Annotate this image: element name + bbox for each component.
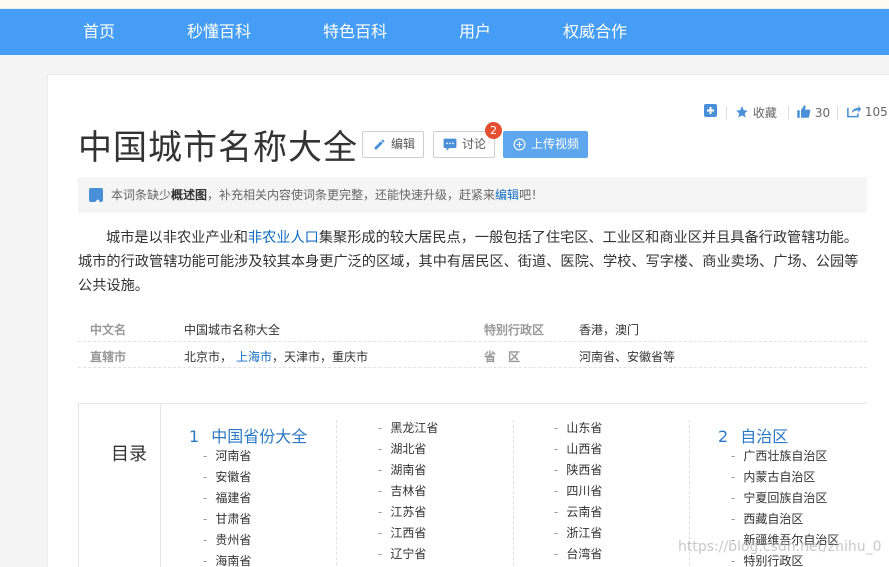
tool-separator [837, 106, 838, 120]
toc-item[interactable]: - 黑龙江省 [378, 419, 438, 436]
toc-item[interactable]: - 福建省 [203, 489, 251, 506]
add-icon[interactable] [704, 104, 717, 120]
toc-item[interactable]: - 四川省 [554, 482, 602, 499]
shanghai-link[interactable]: 上海市 [236, 350, 272, 364]
nav-users[interactable]: 用户 [459, 9, 491, 55]
notice-bold: 概述图 [171, 188, 208, 202]
chat-icon [443, 138, 457, 151]
notice-text-2: ，补充相关内容使词条更完整，还能快速升级，赶紧来 [207, 188, 496, 202]
collect-label: 收藏 [752, 106, 777, 120]
toc-column-divider [336, 420, 337, 567]
summary-text-1: 城市是以非农业产业和 [106, 230, 248, 246]
summary-link[interactable]: 非农业人口 [248, 230, 319, 246]
toc-item[interactable]: - 浙江省 [554, 524, 602, 541]
toc-section-2[interactable]: 2 自治区 [718, 423, 788, 447]
notice-edit-link[interactable]: 编辑 [495, 188, 519, 202]
edit-button[interactable]: 编辑 [362, 131, 424, 158]
toc-item[interactable]: - 吉林省 [378, 482, 426, 499]
upload-video-label: 上传视频 [531, 137, 580, 151]
share-button[interactable]: 105 [846, 104, 888, 119]
main-nav: 首页 秒懂百科 特色百科 用户 权威合作 [0, 9, 889, 55]
toc-section-1-title: 中国省份大全 [211, 427, 308, 446]
nav-featured[interactable]: 特色百科 [323, 9, 387, 55]
info-value-province: 河南省、安徽省等 [579, 350, 676, 364]
notice-text-3: 吧！ [519, 188, 544, 202]
info-divider [78, 367, 867, 368]
info-value-cn-name: 中国城市名称大全 [184, 323, 281, 337]
notice-text-1: 本词条缺少 [111, 188, 172, 202]
edit-notice-icon [89, 188, 103, 207]
info-label-sar: 特别行政区 [484, 323, 545, 337]
info-value-sar: 香港，澳门 [579, 323, 640, 337]
toc-item[interactable]: - 内蒙古自治区 [731, 468, 815, 485]
toc-item[interactable]: - 安徽省 [203, 468, 251, 485]
toc-item[interactable]: - 江苏省 [378, 503, 426, 520]
edit-notice-text: 本词条缺少概述图，补充相关内容使词条更完整，还能快速升级，赶紧来编辑吧！ [111, 177, 543, 213]
info-value-municipality: 北京市， 上海市，天津市，重庆市 [184, 348, 368, 365]
like-button[interactable]: 30 [796, 104, 830, 120]
toc-item[interactable]: - 河南省 [203, 447, 251, 464]
toc-item[interactable]: - 贵州省 [203, 531, 251, 548]
info-label-cn-name: 中文名 [90, 323, 127, 337]
toc-item[interactable]: - 湖北省 [378, 440, 426, 457]
toc-item[interactable]: - 海南省 [203, 552, 251, 567]
toc-section-2-title: 自治区 [740, 427, 789, 446]
info-label-municipality: 直辖市 [90, 350, 127, 364]
toc-item[interactable]: - 山东省 [554, 419, 602, 436]
toc-item[interactable]: - 宁夏回族自治区 [731, 489, 827, 506]
toc-section-2-number: 2 [718, 427, 729, 446]
toc-header: 目录 [79, 404, 161, 567]
star-icon [736, 106, 748, 118]
discuss-label: 讨论 [462, 137, 487, 151]
toc-item[interactable]: - 西藏自治区 [731, 510, 803, 527]
toc-item[interactable]: - 山西省 [554, 440, 602, 457]
nav-home[interactable]: 首页 [83, 9, 115, 55]
toc-item[interactable]: - 湖南省 [378, 461, 426, 478]
muni-text-1: 北京市， [184, 350, 233, 364]
toc-item[interactable]: - 云南省 [554, 503, 602, 520]
plus-circle-icon [513, 138, 526, 151]
share-icon [847, 105, 861, 118]
toc-column-divider [513, 420, 514, 567]
edit-label: 编辑 [391, 137, 416, 151]
toc-item[interactable]: - 广西壮族自治区 [731, 447, 827, 464]
discuss-badge: 2 [485, 122, 502, 139]
toc-section-1[interactable]: 1 中国省份大全 [189, 423, 307, 447]
info-label-province: 省 区 [484, 350, 521, 364]
toc-item[interactable]: - 甘肃省 [203, 510, 251, 527]
toc-item[interactable]: - 陕西省 [554, 461, 602, 478]
tool-separator [726, 106, 727, 120]
muni-text-2: ，天津市，重庆市 [272, 350, 369, 364]
collect-button[interactable]: 收藏 [735, 104, 777, 121]
toc-item[interactable]: - 台湾省 [554, 545, 602, 562]
summary-paragraph: 城市是以非农业产业和非农业人口集聚形成的较大居民点，一般包括了住宅区、工业区和商… [78, 226, 865, 298]
toc-title: 目录 [111, 444, 147, 465]
nav-partners[interactable]: 权威合作 [563, 9, 627, 55]
thumbs-up-icon [797, 105, 811, 118]
tool-separator [788, 106, 789, 120]
toc-item[interactable]: - 江西省 [378, 524, 426, 541]
edit-notice: 本词条缺少概述图，补充相关内容使词条更完整，还能快速升级，赶紧来编辑吧！ [78, 177, 867, 213]
toc-section-1-number: 1 [189, 427, 200, 446]
upload-video-button[interactable]: 上传视频 [503, 131, 588, 158]
info-divider [78, 341, 867, 342]
top-strip [0, 0, 889, 9]
like-count: 30 [814, 106, 831, 120]
pencil-icon [374, 139, 385, 150]
nav-miaodong[interactable]: 秒懂百科 [187, 9, 251, 55]
entry-title: 中国城市名称大全 [78, 128, 358, 168]
share-count: 105 [864, 105, 888, 119]
watermark: https://blog.csdn.net/zhihu_0 [678, 539, 882, 555]
toc-item[interactable]: - 辽宁省 [378, 545, 426, 562]
